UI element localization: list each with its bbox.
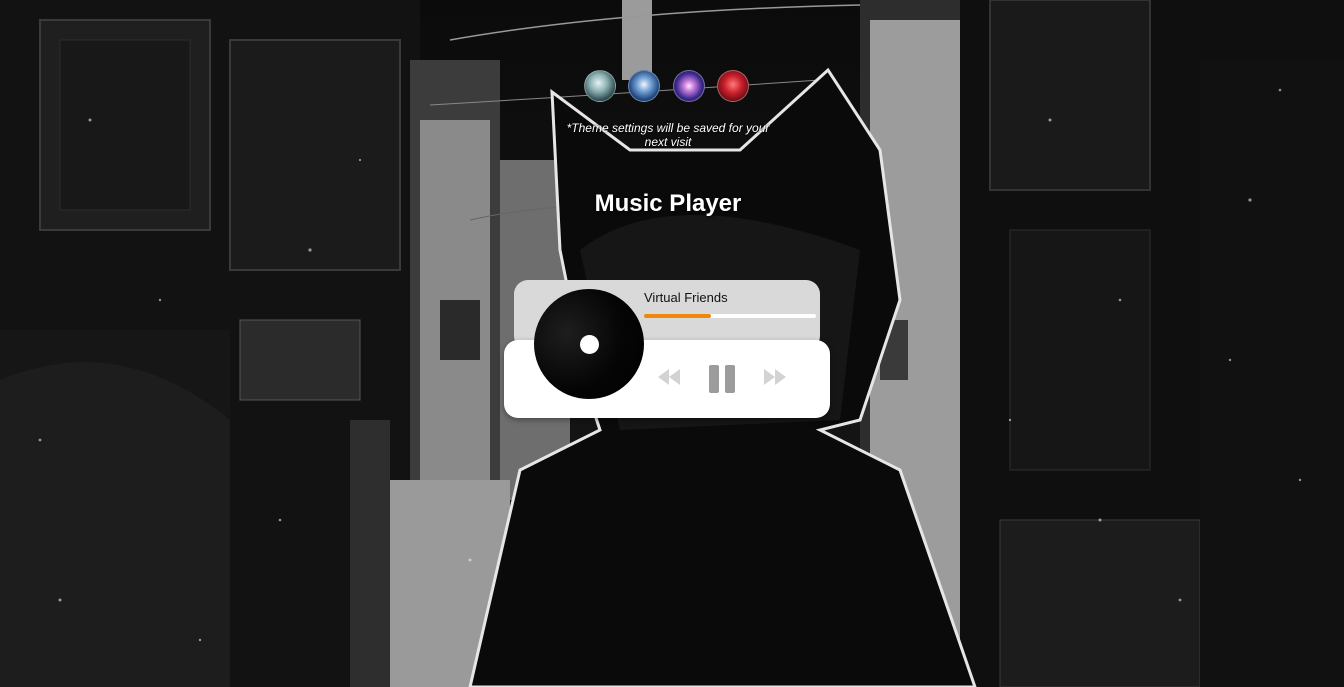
theme-selector <box>584 70 752 104</box>
progress-bar-fill <box>644 314 712 318</box>
pause-icon <box>709 365 735 393</box>
play-pause-button[interactable] <box>706 364 738 394</box>
theme-crimson-button[interactable] <box>717 70 749 102</box>
fast-forward-icon <box>764 369 786 385</box>
page-title: Music Player <box>594 190 742 217</box>
progress-bar[interactable] <box>644 314 816 318</box>
theme-blue-glow-button[interactable] <box>628 70 660 102</box>
next-track-button[interactable] <box>762 366 788 388</box>
rewind-icon <box>658 369 680 385</box>
track-title: Virtual Friends <box>644 290 728 305</box>
album-art-center-dot <box>580 335 599 354</box>
theme-settings-note: *Theme settings will be saved for your n… <box>566 121 770 149</box>
previous-track-button[interactable] <box>656 366 682 388</box>
theme-alley-teal-button[interactable] <box>584 70 616 102</box>
theme-purple-neon-button[interactable] <box>673 70 705 102</box>
